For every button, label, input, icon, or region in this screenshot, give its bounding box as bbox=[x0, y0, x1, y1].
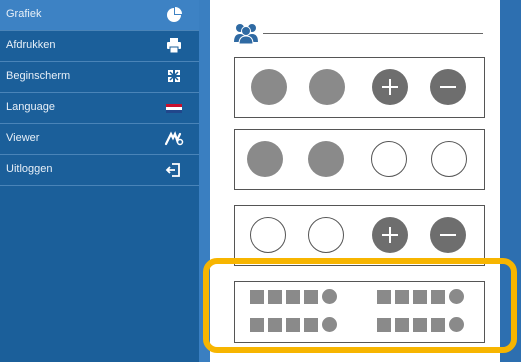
filled-circle bbox=[308, 141, 344, 177]
sidebar-item-label: Afdrukken bbox=[6, 39, 56, 51]
plus-icon bbox=[372, 69, 408, 105]
sidebar-item-language[interactable]: Language bbox=[0, 93, 199, 124]
filled-circle bbox=[309, 69, 345, 105]
sidebar-item-label: Beginscherm bbox=[6, 70, 71, 82]
layout-option-3[interactable] bbox=[234, 205, 485, 266]
logout-icon bbox=[162, 160, 186, 180]
sidebar-item-label: Viewer bbox=[6, 132, 40, 144]
sidebar-item-grafiek[interactable]: Grafiek bbox=[0, 0, 199, 31]
sidebar-item-beginscherm[interactable]: Beginscherm bbox=[0, 62, 199, 93]
viewer-icon bbox=[162, 129, 186, 149]
sidebar-item-afdrukken[interactable]: Afdrukken bbox=[0, 31, 199, 62]
empty-circle bbox=[308, 217, 344, 253]
plus-icon bbox=[372, 217, 408, 253]
sidebar-item-uitloggen[interactable]: Uitloggen bbox=[0, 155, 199, 186]
header-divider bbox=[263, 33, 483, 34]
pie-chart-icon bbox=[162, 5, 186, 25]
empty-circle bbox=[371, 141, 407, 177]
empty-circle bbox=[431, 141, 467, 177]
filled-circle bbox=[251, 69, 287, 105]
layout-option-2[interactable] bbox=[234, 129, 485, 190]
users-icon bbox=[233, 22, 259, 45]
dutch-flag-icon bbox=[162, 98, 186, 118]
sidebar: Grafiek Afdrukken Beginscherm Language V… bbox=[0, 0, 199, 362]
selection-highlight bbox=[203, 258, 517, 353]
sidebar-item-label: Uitloggen bbox=[6, 163, 53, 175]
minus-icon bbox=[430, 217, 466, 253]
empty-circle bbox=[250, 217, 286, 253]
printer-icon bbox=[162, 36, 186, 56]
home-screen-icon bbox=[162, 67, 186, 87]
sidebar-item-viewer[interactable]: Viewer bbox=[0, 124, 199, 155]
filled-circle bbox=[247, 141, 283, 177]
sidebar-item-label: Grafiek bbox=[6, 8, 42, 20]
layout-option-1[interactable] bbox=[234, 57, 485, 118]
sidebar-item-label: Language bbox=[6, 101, 55, 113]
minus-icon bbox=[430, 69, 466, 105]
